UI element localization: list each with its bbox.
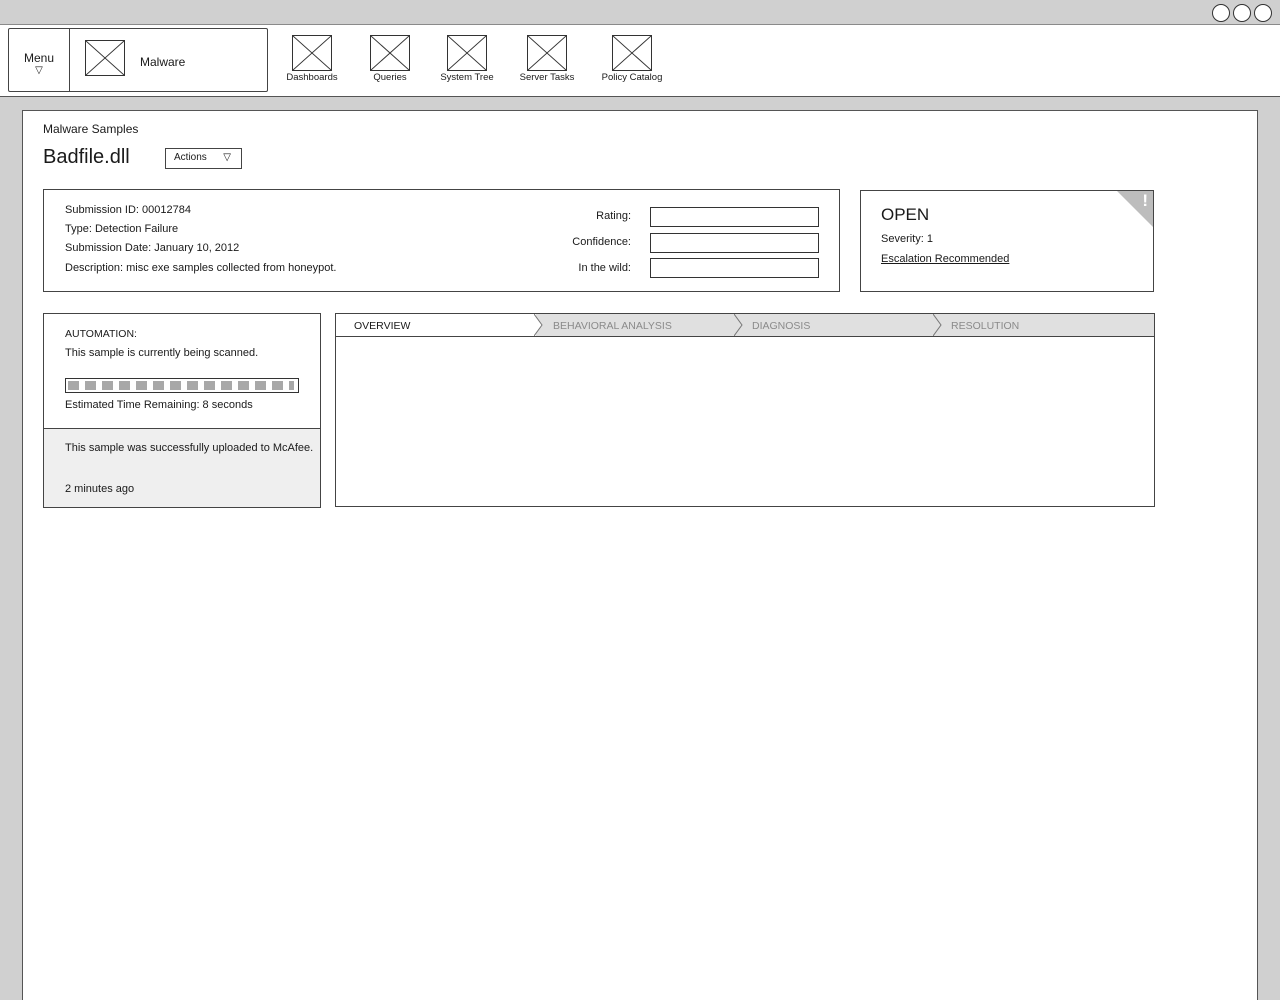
nav-queries[interactable]: Queries [366,35,414,87]
rating-label: Rating: [596,210,631,222]
chevron-down-icon: ▽ [35,65,43,76]
automation-message: This sample is currently being scanned. [65,347,259,359]
rating-field[interactable] [650,207,819,227]
alert-icon: ! [1142,191,1148,210]
nav-label: System Tree [440,72,494,83]
tab-behavioral-analysis[interactable]: BEHAVIORAL ANALYSIS [553,314,733,336]
submission-date: Submission Date: January 10, 2012 [65,242,240,254]
status-panel: ! OPEN Severity: 1 Escalation Recommende… [860,190,1154,292]
tab-strip: OVERVIEW BEHAVIORAL ANALYSIS DIAGNOSIS R… [336,314,1154,337]
nav-label: Queries [373,72,407,83]
tabs-panel: OVERVIEW BEHAVIORAL ANALYSIS DIAGNOSIS R… [335,313,1155,507]
window-titlebar [0,0,1280,25]
actions-label: Actions [174,152,207,163]
tab-separator [933,314,942,336]
window-circle-icon[interactable] [1254,4,1272,22]
nav-dashboards[interactable]: Dashboards [286,35,338,87]
image-placeholder-icon [292,35,332,71]
image-placeholder-icon [612,35,652,71]
tab-content [336,337,1154,506]
confidence-field[interactable] [650,233,819,253]
nav-policy-catalog[interactable]: Policy Catalog [600,35,664,87]
page-title: Badfile.dll [43,146,130,168]
window-circle-icon[interactable] [1233,4,1251,22]
app-title: Malware [140,55,186,69]
image-placeholder-icon [527,35,567,71]
tab-diagnosis[interactable]: DIAGNOSIS [752,314,932,336]
details-panel: Submission ID: 00012784 Type: Detection … [43,189,840,292]
nav-system-tree[interactable]: System Tree [440,35,494,87]
status-state: OPEN [881,205,930,224]
nav-label: Server Tasks [519,72,575,83]
automation-panel: AUTOMATION: This sample is currently bei… [43,313,321,508]
window-circle-icon[interactable] [1212,4,1230,22]
top-navigation: Menu ▽ Malware Dashboards Queries System… [0,25,1280,97]
actions-dropdown[interactable]: Actions ▽ [165,148,242,169]
tab-resolution[interactable]: RESOLUTION [951,314,1131,336]
tab-separator [734,314,743,336]
tab-overview[interactable]: OVERVIEW [336,314,536,336]
upload-notice-text: This sample was successfully uploaded to… [65,442,314,454]
submission-id: Submission ID: 00012784 [65,204,191,216]
submission-description: Description: misc exe samples collected … [65,262,337,274]
menu-label: Menu [23,51,55,65]
breadcrumb[interactable]: Malware Samples [43,122,138,136]
chevron-down-icon: ▽ [223,152,231,163]
in-the-wild-field[interactable] [650,258,819,278]
severity: Severity: 1 [881,233,933,245]
scan-progress-bar [65,378,299,393]
upload-notice-time: 2 minutes ago [65,483,135,495]
tab-separator [534,314,543,336]
nav-label: Policy Catalog [601,72,663,83]
submission-type: Type: Detection Failure [65,223,179,235]
nav-label: Dashboards [286,72,338,83]
confidence-label: Confidence: [572,236,631,248]
app-brand: Menu ▽ Malware [8,28,268,92]
main-content: Malware Samples Badfile.dll Actions ▽ Su… [22,110,1258,1000]
image-placeholder-icon [370,35,410,71]
eta-text: Estimated Time Remaining: 8 seconds [65,399,253,411]
menu-button[interactable]: Menu ▽ [9,29,70,91]
in-the-wild-label: In the wild: [578,262,631,274]
automation-heading: AUTOMATION: [65,328,137,340]
image-placeholder-icon [447,35,487,71]
image-placeholder-icon [85,40,125,76]
scan-progress-fill [68,381,294,390]
upload-notice: This sample was successfully uploaded to… [44,428,320,507]
escalation-link[interactable]: Escalation Recommended [881,253,1009,265]
nav-server-tasks[interactable]: Server Tasks [519,35,575,87]
